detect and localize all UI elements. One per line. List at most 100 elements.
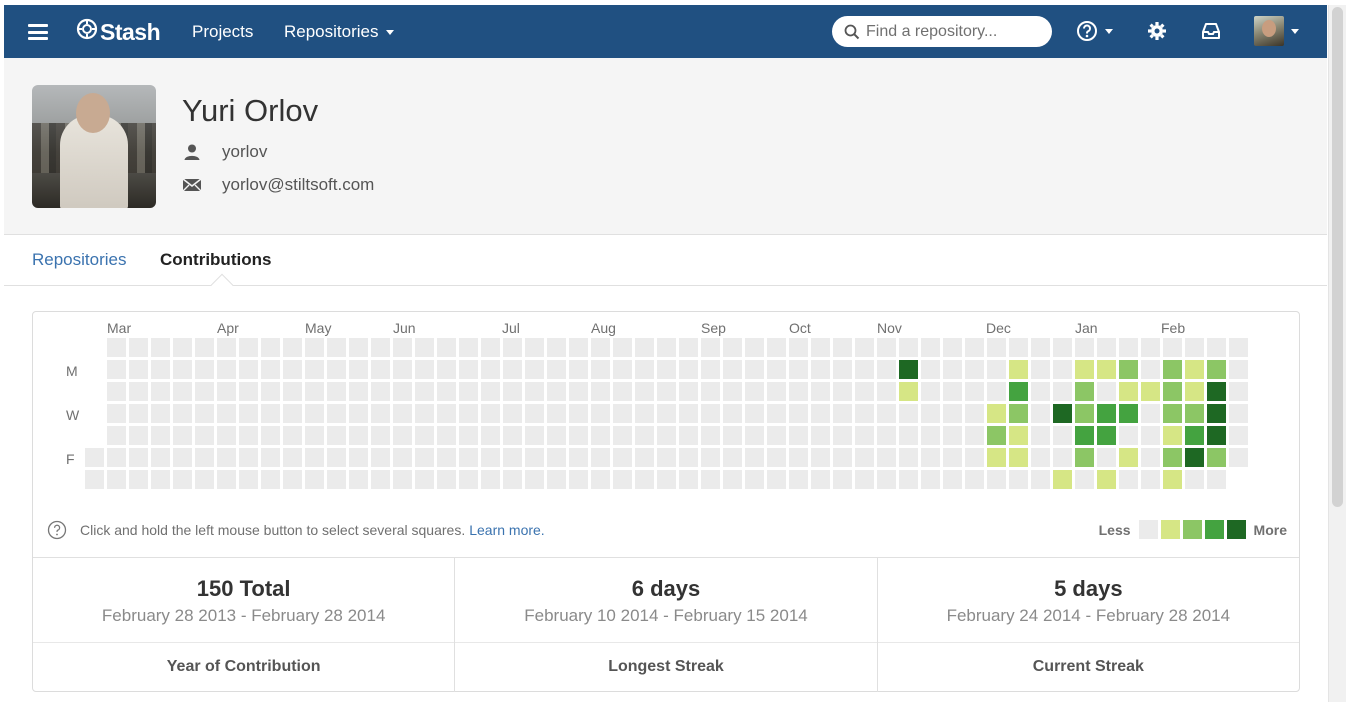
contribution-day-cell[interactable]	[921, 360, 940, 379]
contribution-day-cell[interactable]	[1207, 360, 1226, 379]
contribution-day-cell[interactable]	[173, 382, 192, 401]
contribution-day-cell[interactable]	[987, 470, 1006, 489]
contribution-day-cell[interactable]	[1207, 404, 1226, 423]
contribution-day-cell[interactable]	[547, 404, 566, 423]
contribution-day-cell[interactable]	[811, 382, 830, 401]
contribution-day-cell[interactable]	[283, 382, 302, 401]
contribution-day-cell[interactable]	[151, 426, 170, 445]
contribution-day-cell[interactable]	[591, 448, 610, 467]
contribution-day-cell[interactable]	[745, 404, 764, 423]
contribution-day-cell[interactable]	[767, 382, 786, 401]
contribution-day-cell[interactable]	[1053, 448, 1072, 467]
contribution-day-cell[interactable]	[195, 360, 214, 379]
contribution-day-cell[interactable]	[327, 382, 346, 401]
contribution-day-cell[interactable]	[1185, 426, 1204, 445]
contribution-day-cell[interactable]	[349, 404, 368, 423]
contribution-day-cell[interactable]	[723, 404, 742, 423]
contribution-day-cell[interactable]	[657, 448, 676, 467]
contribution-day-cell[interactable]	[701, 448, 720, 467]
nav-repositories-dropdown[interactable]: Repositories	[284, 22, 394, 42]
contribution-day-cell[interactable]	[85, 470, 104, 489]
contribution-day-cell[interactable]	[789, 448, 808, 467]
contribution-day-cell[interactable]	[569, 470, 588, 489]
contribution-day-cell[interactable]	[349, 448, 368, 467]
contribution-day-cell[interactable]	[129, 382, 148, 401]
contribution-day-cell[interactable]	[745, 360, 764, 379]
contribution-day-cell[interactable]	[613, 360, 632, 379]
contribution-day-cell[interactable]	[1163, 404, 1182, 423]
contribution-day-cell[interactable]	[899, 360, 918, 379]
contribution-day-cell[interactable]	[151, 448, 170, 467]
contribution-day-cell[interactable]	[327, 426, 346, 445]
contribution-day-cell[interactable]	[107, 426, 126, 445]
contribution-day-cell[interactable]	[569, 404, 588, 423]
contribution-day-cell[interactable]	[173, 470, 192, 489]
contribution-day-cell[interactable]	[459, 338, 478, 357]
contribution-day-cell[interactable]	[481, 404, 500, 423]
contribution-day-cell[interactable]	[547, 448, 566, 467]
contribution-day-cell[interactable]	[1031, 338, 1050, 357]
contribution-day-cell[interactable]	[965, 338, 984, 357]
contribution-day-cell[interactable]	[1009, 382, 1028, 401]
contribution-day-cell[interactable]	[1141, 404, 1160, 423]
contribution-day-cell[interactable]	[701, 360, 720, 379]
contribution-day-cell[interactable]	[481, 448, 500, 467]
contribution-day-cell[interactable]	[437, 470, 456, 489]
contribution-day-cell[interactable]	[239, 382, 258, 401]
contribution-day-cell[interactable]	[657, 404, 676, 423]
contribution-day-cell[interactable]	[371, 470, 390, 489]
contribution-day-cell[interactable]	[877, 338, 896, 357]
contribution-day-cell[interactable]	[129, 470, 148, 489]
contribution-day-cell[interactable]	[195, 470, 214, 489]
contribution-day-cell[interactable]	[459, 382, 478, 401]
contribution-day-cell[interactable]	[899, 470, 918, 489]
contribution-day-cell[interactable]	[635, 404, 654, 423]
contribution-day-cell[interactable]	[965, 426, 984, 445]
contribution-day-cell[interactable]	[1229, 448, 1248, 467]
contribution-day-cell[interactable]	[305, 448, 324, 467]
contribution-day-cell[interactable]	[811, 404, 830, 423]
contribution-day-cell[interactable]	[349, 360, 368, 379]
contribution-day-cell[interactable]	[987, 360, 1006, 379]
contribution-day-cell[interactable]	[1053, 382, 1072, 401]
contribution-day-cell[interactable]	[1075, 404, 1094, 423]
contribution-day-cell[interactable]	[855, 360, 874, 379]
repository-search[interactable]	[832, 16, 1052, 47]
contribution-day-cell[interactable]	[261, 426, 280, 445]
contribution-day-cell[interactable]	[415, 448, 434, 467]
contribution-day-cell[interactable]	[591, 426, 610, 445]
contribution-day-cell[interactable]	[151, 382, 170, 401]
contribution-day-cell[interactable]	[591, 338, 610, 357]
contribution-day-cell[interactable]	[481, 338, 500, 357]
contribution-day-cell[interactable]	[569, 360, 588, 379]
contribution-day-cell[interactable]	[85, 448, 104, 467]
contribution-day-cell[interactable]	[1229, 426, 1248, 445]
contribution-day-cell[interactable]	[195, 404, 214, 423]
contribution-day-cell[interactable]	[987, 338, 1006, 357]
contribution-day-cell[interactable]	[591, 404, 610, 423]
page-scrollbar[interactable]	[1328, 5, 1346, 702]
contribution-day-cell[interactable]	[1185, 382, 1204, 401]
contribution-day-cell[interactable]	[129, 426, 148, 445]
contribution-day-cell[interactable]	[525, 448, 544, 467]
contribution-day-cell[interactable]	[657, 360, 676, 379]
contribution-day-cell[interactable]	[349, 470, 368, 489]
contribution-day-cell[interactable]	[195, 338, 214, 357]
contribution-day-cell[interactable]	[525, 382, 544, 401]
contribution-day-cell[interactable]	[239, 360, 258, 379]
contribution-day-cell[interactable]	[349, 426, 368, 445]
nav-projects-link[interactable]: Projects	[192, 22, 253, 42]
contribution-day-cell[interactable]	[107, 470, 126, 489]
contribution-day-cell[interactable]	[767, 338, 786, 357]
contribution-day-cell[interactable]	[261, 360, 280, 379]
contribution-day-cell[interactable]	[745, 382, 764, 401]
contribution-day-cell[interactable]	[1031, 360, 1050, 379]
contribution-day-cell[interactable]	[173, 360, 192, 379]
settings-button[interactable]	[1146, 20, 1168, 42]
contribution-day-cell[interactable]	[701, 382, 720, 401]
contribution-day-cell[interactable]	[635, 448, 654, 467]
contribution-day-cell[interactable]	[679, 360, 698, 379]
contribution-day-cell[interactable]	[283, 404, 302, 423]
contribution-day-cell[interactable]	[965, 404, 984, 423]
contribution-day-cell[interactable]	[965, 360, 984, 379]
